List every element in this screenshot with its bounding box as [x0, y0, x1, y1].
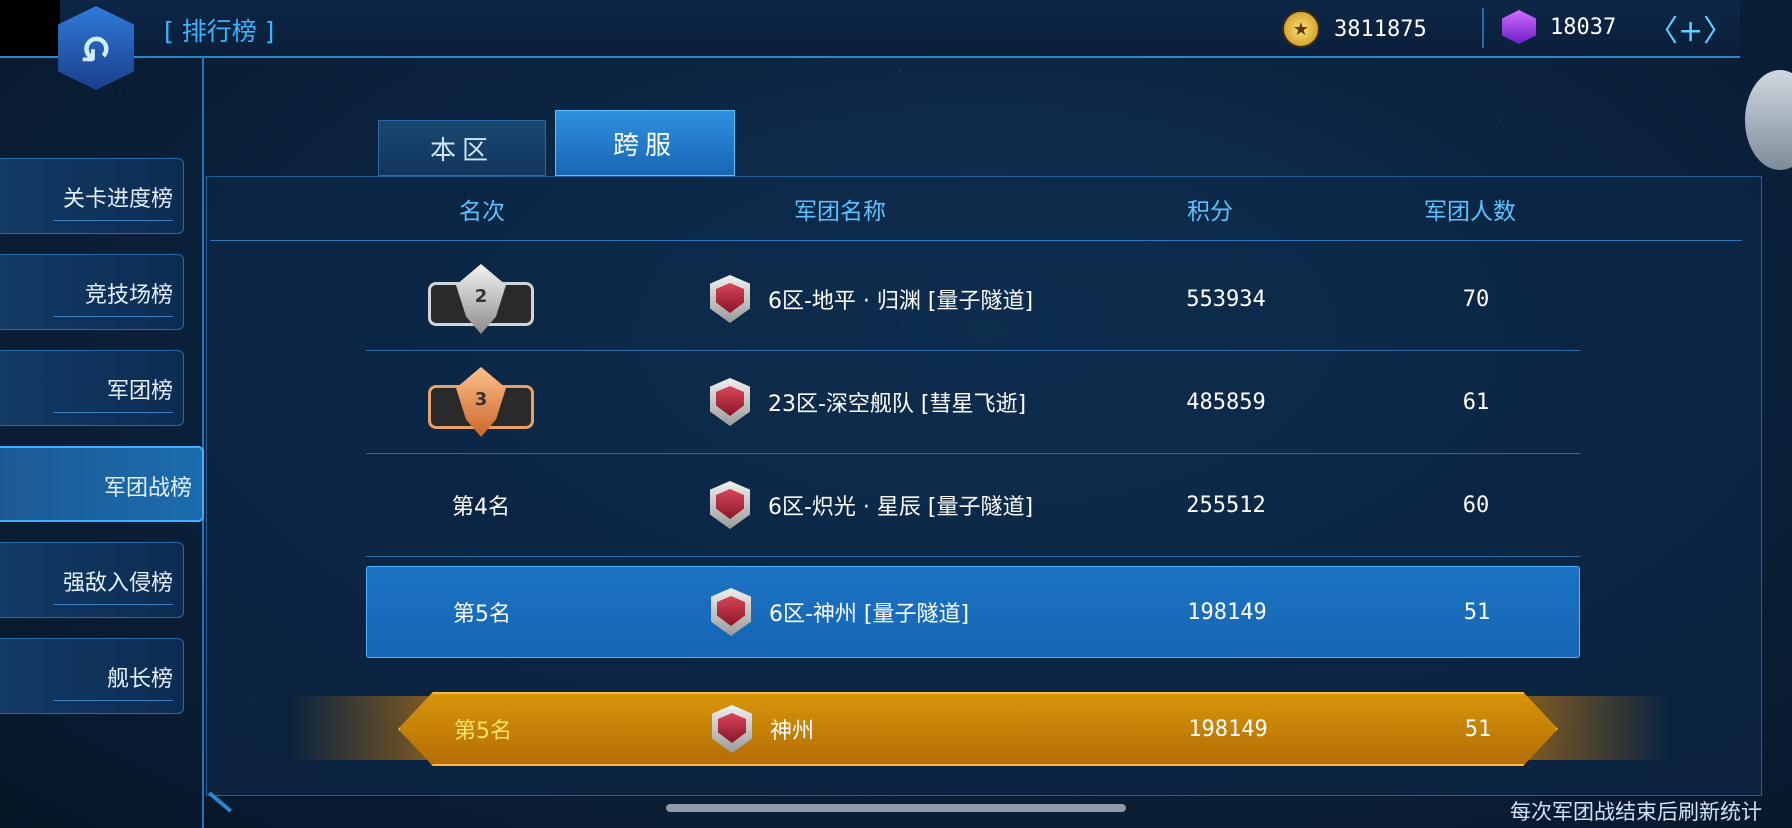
score-cell: 255512: [1186, 492, 1266, 518]
rank-cell: 第4名: [452, 495, 510, 520]
sidebar-item-level-progress[interactable]: 关卡进度榜: [0, 158, 184, 234]
score-cell: 198149: [1187, 599, 1267, 625]
own-legion-row[interactable]: 第5名 神州 198149 51: [398, 692, 1558, 766]
gold-coin-icon: ★: [1282, 10, 1320, 48]
column-header-score: 积分: [1187, 199, 1233, 225]
score-cell: 553934: [1186, 286, 1266, 312]
score-cell: 485859: [1186, 389, 1266, 415]
column-header-name: 军团名称: [794, 199, 886, 225]
legion-emblem-icon: [711, 588, 751, 636]
medal-rank: 3: [474, 389, 488, 410]
legion-emblem-icon: [710, 275, 750, 323]
legion-emblem-icon: [712, 705, 752, 753]
sidebar-item-label: 强敌入侵榜: [62, 571, 173, 596]
medal-rank: 2: [474, 286, 488, 307]
back-arrow-icon: ↺: [80, 26, 112, 70]
sidebar-item-label: 舰长榜: [106, 667, 173, 692]
score-cell: 198149: [1188, 716, 1268, 742]
gold-display: ★ 3811875: [1282, 10, 1427, 48]
count-cell: 70: [1462, 286, 1490, 312]
count-cell: 51: [1463, 599, 1491, 625]
resource-divider: [1482, 8, 1484, 48]
screen-corner: [0, 0, 60, 56]
name-cell: 6区-地平 · 归渊 [量子隧道]: [710, 248, 1033, 350]
sidebar-item-legion-war[interactable]: 军团战榜: [0, 446, 204, 522]
gold-amount: 3811875: [1334, 16, 1427, 42]
gem-icon: [1502, 10, 1536, 44]
silver-medal-icon: 2: [428, 264, 534, 334]
tab-local[interactable]: 本区: [378, 120, 546, 176]
legion-emblem-icon: [710, 378, 750, 426]
sidebar-item-label: 军团战榜: [103, 476, 192, 501]
count-cell: 51: [1464, 716, 1492, 742]
page-title: [ 排行榜 ]: [164, 17, 275, 46]
table-row[interactable]: 2 6区-地平 · 归渊 [量子隧道] 553934 70: [366, 248, 1580, 351]
sidebar-item-legion[interactable]: 军团榜: [0, 350, 184, 426]
column-header-rank: 名次: [459, 199, 505, 225]
plus-icon[interactable]: 〈+〉: [1648, 6, 1733, 50]
sidebar-item-label: 关卡进度榜: [62, 187, 173, 212]
name-cell: 6区-神州 [量子隧道]: [711, 567, 969, 657]
column-header-count: 军团人数: [1424, 199, 1516, 225]
gem-display: 18037: [1502, 10, 1616, 44]
table-row-selected[interactable]: 第5名 6区-神州 [量子隧道] 198149 51: [366, 566, 1580, 658]
table-row[interactable]: 第4名 6区-炽光 · 星辰 [量子隧道] 255512 60: [366, 454, 1580, 557]
count-cell: 60: [1462, 492, 1490, 518]
home-indicator[interactable]: [666, 804, 1126, 812]
footer-note: 每次军团战结束后刷新统计: [1510, 800, 1762, 824]
sidebar-item-label: 军团榜: [106, 379, 173, 404]
name-cell: 神州: [712, 694, 814, 764]
header-divider: [210, 240, 1742, 241]
rank-cell: 3: [366, 351, 596, 453]
name-cell: 23区-深空舰队 [彗星飞逝]: [710, 351, 1026, 453]
bronze-medal-icon: 3: [428, 367, 534, 437]
rank-cell: 2: [366, 248, 596, 350]
sidebar-item-captain[interactable]: 舰长榜: [0, 638, 184, 714]
name-cell: 6区-炽光 · 星辰 [量子隧道]: [710, 454, 1033, 556]
sidebar-item-invasion[interactable]: 强敌入侵榜: [0, 542, 184, 618]
sidebar-item-label: 竞技场榜: [84, 283, 173, 308]
legion-emblem-icon: [710, 481, 750, 529]
rank-cell: 第5名: [453, 602, 511, 627]
sidebar-item-arena[interactable]: 竞技场榜: [0, 254, 184, 330]
count-cell: 61: [1462, 389, 1490, 415]
gem-amount: 18037: [1550, 14, 1617, 40]
table-row[interactable]: 3 23区-深空舰队 [彗星飞逝] 485859 61: [366, 351, 1580, 454]
sidebar-divider: [202, 56, 204, 828]
tab-cross-server[interactable]: 跨服: [555, 110, 735, 176]
